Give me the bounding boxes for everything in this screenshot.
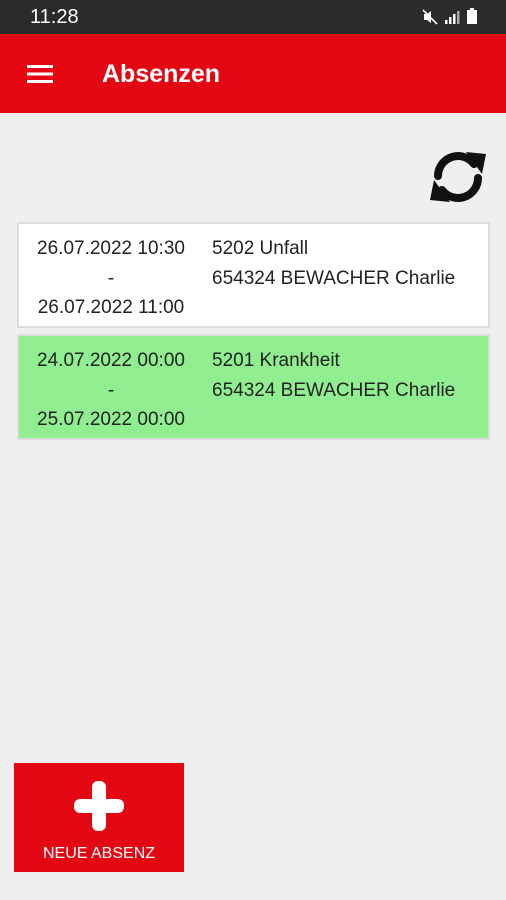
list-item[interactable]: 26.07.2022 10:30 - 26.07.2022 11:00 5202… [17, 222, 490, 328]
menu-button[interactable] [18, 56, 62, 92]
status-icons [422, 8, 478, 25]
date-separator: - [107, 379, 115, 401]
battery-icon [467, 8, 477, 24]
mute-icon [422, 8, 438, 25]
absence-info: 5202 Unfall 654324 BEWACHER Charlie [212, 234, 455, 293]
absence-start: 26.07.2022 10:30 [37, 238, 185, 259]
status-bar: 11:28 [0, 0, 506, 34]
new-absence-label: NEUE ABSENZ [42, 845, 156, 862]
absence-dates: 24.07.2022 00:00 - 25.07.2022 00:00 [26, 346, 196, 435]
refresh-icon [430, 152, 486, 202]
absence-end: 26.07.2022 11:00 [37, 297, 185, 318]
absence-person: 654324 BEWACHER Charlie [212, 267, 456, 289]
absence-info: 5201 Krankheit 654324 BEWACHER Charlie [212, 346, 455, 405]
status-time: 11:28 [30, 6, 79, 28]
absence-type: 5201 Krankheit [212, 350, 340, 371]
absence-dates: 26.07.2022 10:30 - 26.07.2022 11:00 [26, 234, 196, 323]
absence-end: 25.07.2022 00:00 [37, 409, 185, 430]
refresh-button[interactable] [426, 146, 490, 208]
absence-start: 24.07.2022 00:00 [37, 350, 185, 371]
plus-icon [74, 781, 124, 831]
new-absence-button[interactable]: NEUE ABSENZ [14, 763, 184, 872]
absence-person: 654324 BEWACHER Charlie [212, 379, 456, 401]
hamburger-icon [27, 65, 53, 83]
signal-icon [445, 10, 460, 24]
page-title: Absenzen [102, 60, 221, 88]
app-bar: Absenzen [0, 34, 506, 113]
list-item[interactable]: 24.07.2022 00:00 - 25.07.2022 00:00 5201… [17, 334, 490, 440]
absence-type: 5202 Unfall [212, 238, 309, 259]
date-separator: - [107, 267, 115, 289]
